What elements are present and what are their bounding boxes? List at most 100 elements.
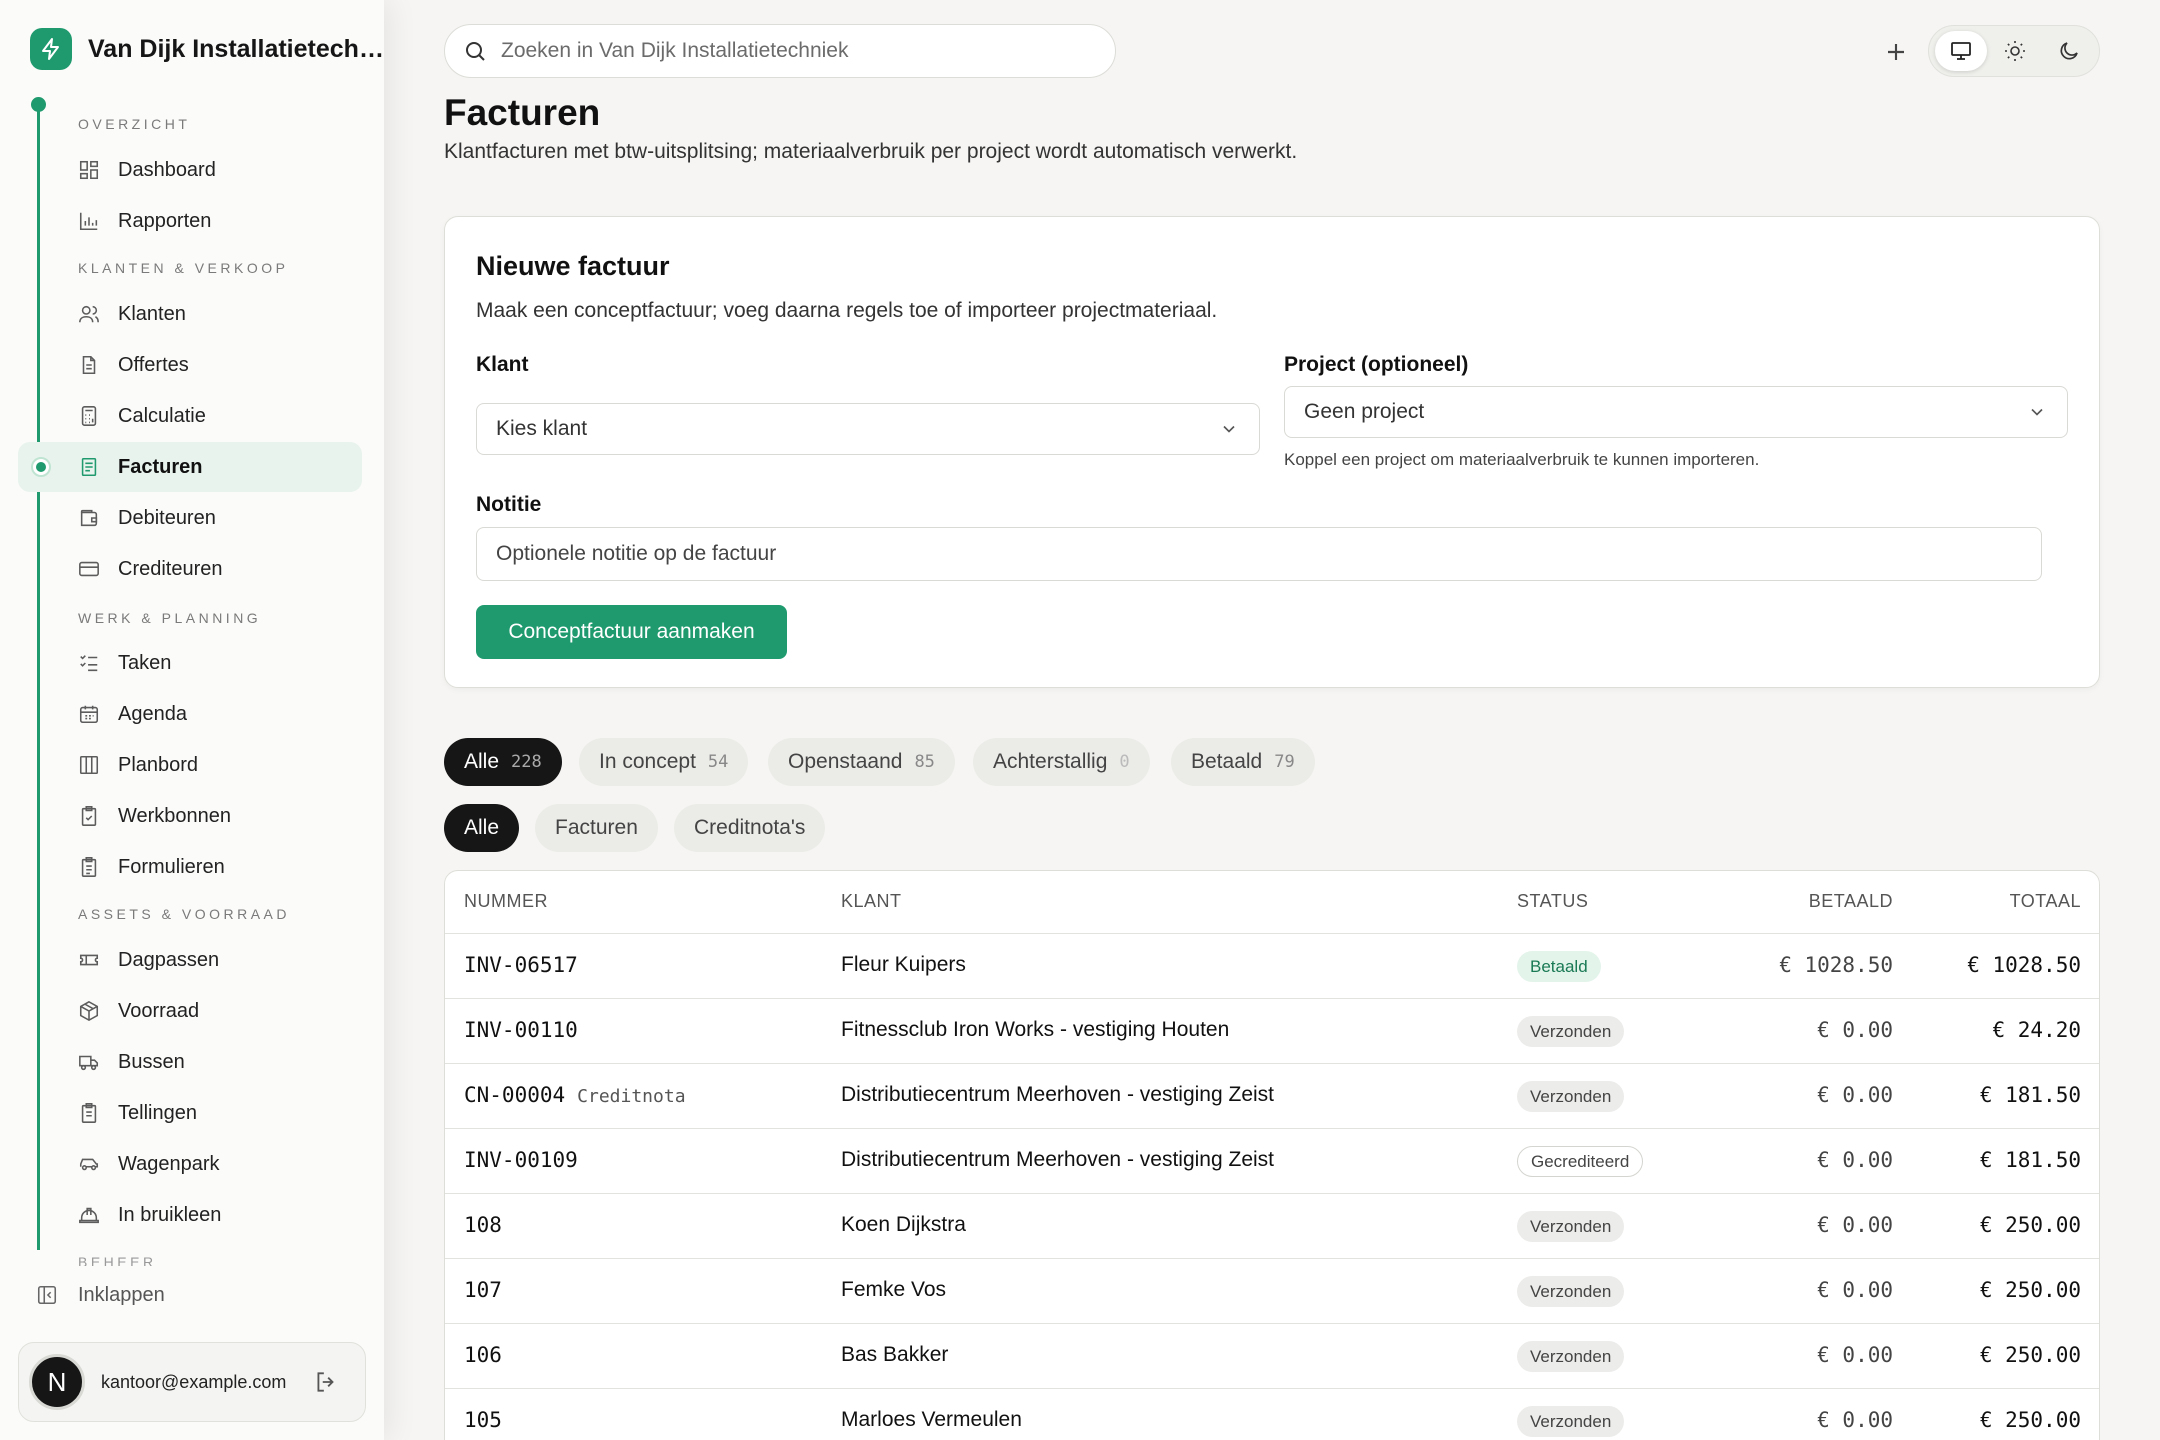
sidebar-item-bussen[interactable]: Bussen [18, 1037, 362, 1087]
cell-nummer: CN-00004 Creditnota [464, 1083, 686, 1107]
column-header-totaal[interactable]: TOTAAL [2010, 891, 2081, 912]
user-email: kantoor@example.com [101, 1371, 287, 1392]
table-row[interactable]: INV-00110 Fitnessclub Iron Works - vesti… [445, 999, 2099, 1064]
brand[interactable]: Van Dijk Installatietechniek [30, 26, 388, 72]
ticket-icon [78, 949, 100, 971]
theme-light-button[interactable] [1989, 31, 2041, 71]
cell-klant: Koen Dijkstra [841, 1213, 966, 1236]
filter-status-betaald[interactable]: Betaald 79 [1171, 738, 1315, 786]
table-row[interactable]: CN-00004 Creditnota Distributiecentrum Me… [445, 1064, 2099, 1129]
status-badge: Verzonden [1517, 1211, 1625, 1242]
sidebar-item-label: Offertes [118, 353, 189, 376]
sidebar-item-taken[interactable]: Taken [18, 638, 362, 688]
filter-status-achterstallig[interactable]: Achterstallig 0 [973, 738, 1150, 786]
sidebar-item-dagpassen[interactable]: Dagpassen [18, 935, 362, 985]
theme-system-button[interactable] [1935, 31, 1987, 71]
column-header-klant[interactable]: KLANT [841, 891, 902, 912]
logout-icon[interactable] [313, 1369, 339, 1395]
sidebar-item-facturen[interactable]: Facturen [18, 442, 362, 492]
project-select[interactable]: Geen project [1284, 386, 2068, 438]
filter-status-in-concept[interactable]: In concept 54 [579, 738, 749, 786]
sidebar-item-label: Crediteuren [118, 557, 223, 580]
sidebar-item-calculatie[interactable]: Calculatie [18, 391, 362, 441]
section-werk: WERK & PLANNING [78, 610, 262, 626]
column-header-betaald[interactable]: BETAALD [1809, 891, 1893, 912]
sidebar-item-wagenpark[interactable]: Wagenpark [18, 1139, 362, 1189]
filter-label: Betaald [1191, 750, 1263, 773]
note-input[interactable] [476, 527, 2042, 581]
table-row[interactable]: 106 Bas Bakker Verzonden € 0.00 € 250.00 [445, 1324, 2099, 1389]
filter-count: 228 [511, 752, 542, 772]
create-draft-invoice-button[interactable]: Conceptfactuur aanmaken [476, 605, 787, 659]
note-label: Notitie [476, 493, 542, 516]
klant-select-value: Kies klant [496, 417, 588, 440]
sidebar-item-label: Dagpassen [118, 948, 220, 971]
user-card[interactable]: N kantoor@example.com [18, 1342, 366, 1422]
table-row[interactable]: INV-00109 Distributiecentrum Meerhoven -… [445, 1129, 2099, 1194]
cell-betaald: € 0.00 [1817, 1343, 1893, 1367]
sidebar-item-rapporten[interactable]: Rapporten [18, 196, 362, 246]
table-row[interactable]: INV-06517 Fleur Kuipers Betaald € 1028.5… [445, 934, 2099, 999]
status-badge: Gecrediteerd [1517, 1146, 1644, 1177]
calculator-icon [78, 405, 100, 427]
status-badge: Betaald [1517, 951, 1601, 982]
sidebar-item-crediteuren[interactable]: Crediteuren [18, 544, 362, 594]
active-indicator [31, 457, 51, 477]
sidebar-item-label: Tellingen [118, 1101, 197, 1124]
sidebar-item-debiteuren[interactable]: Debiteuren [18, 493, 362, 543]
truck-icon [78, 1051, 100, 1073]
status-badge: Verzonden [1517, 1016, 1625, 1047]
sidebar-item-in-bruikleen[interactable]: In bruikleen [18, 1190, 362, 1240]
credit-card-icon [78, 558, 100, 580]
filter-count: 54 [707, 752, 729, 772]
filter-label: Creditnota's [694, 816, 806, 839]
sidebar-item-werkbonnen[interactable]: Werkbonnen [18, 791, 362, 841]
section-assets: ASSETS & VOORRAAD [78, 906, 290, 922]
theme-dark-button[interactable] [2043, 31, 2095, 71]
sidebar-item-dashboard[interactable]: Dashboard [18, 145, 362, 195]
cell-nummer: 106 [464, 1343, 502, 1367]
sidebar-item-klanten[interactable]: Klanten [18, 289, 362, 339]
search-input[interactable] [501, 39, 1061, 63]
clipboard-check-icon [78, 805, 100, 827]
table-row[interactable]: 108 Koen Dijkstra Verzonden € 0.00 € 250… [445, 1194, 2099, 1259]
cell-betaald: € 0.00 [1817, 1018, 1893, 1042]
collapse-button[interactable]: Inklappen [36, 1277, 236, 1313]
filter-status-alle[interactable]: Alle 228 [444, 738, 562, 786]
cell-totaal: € 250.00 [1979, 1213, 2081, 1237]
project-select-value: Geen project [1304, 400, 1425, 423]
users-icon [78, 303, 100, 325]
dashboard-icon [78, 159, 100, 181]
sidebar-item-offertes[interactable]: Offertes [18, 340, 362, 390]
column-header-nummer[interactable]: NUMMER [464, 891, 548, 912]
nav-rail-dot [31, 97, 46, 112]
filter-type-facturen[interactable]: Facturen [535, 804, 658, 852]
cell-klant: Femke Vos [841, 1278, 947, 1301]
sidebar-item-label: Facturen [118, 455, 203, 478]
sidebar-item-label: Dashboard [118, 158, 216, 181]
sidebar-item-label: Agenda [118, 702, 187, 725]
filter-status-openstaand[interactable]: Openstaand 85 [768, 738, 955, 786]
filter-label: Achterstallig [993, 750, 1108, 773]
search-box[interactable] [444, 24, 1116, 78]
sidebar-item-formulieren[interactable]: Formulieren [18, 842, 362, 892]
column-header-status[interactable]: STATUS [1517, 891, 1588, 912]
sidebar-item-label: Planbord [118, 753, 199, 776]
filter-type-creditnotas[interactable]: Creditnota's [674, 804, 826, 852]
sidebar-item-label: Taken [118, 651, 172, 674]
invoice-icon [78, 456, 100, 478]
table-row[interactable]: 105 Marloes Vermeulen Verzonden € 0.00 €… [445, 1389, 2099, 1440]
plus-icon[interactable] [1880, 36, 1912, 68]
status-badge: Verzonden [1517, 1406, 1625, 1437]
sidebar-item-tellingen[interactable]: Tellingen [18, 1088, 362, 1138]
sidebar-item-agenda[interactable]: Agenda [18, 689, 362, 739]
filter-type-alle[interactable]: Alle [444, 804, 520, 852]
wallet-icon [78, 507, 100, 529]
sidebar-item-planbord[interactable]: Planbord [18, 740, 362, 790]
table-row[interactable]: 107 Femke Vos Verzonden € 0.00 € 250.00 [445, 1259, 2099, 1324]
invoice-number: CN-00004 [464, 1083, 566, 1107]
sidebar-item-voorraad[interactable]: Voorraad [18, 986, 362, 1036]
section-overzicht: OVERZICHT [78, 116, 191, 132]
klant-select[interactable]: Kies klant [476, 403, 1260, 455]
sidebar-item-label: Debiteuren [118, 506, 216, 529]
